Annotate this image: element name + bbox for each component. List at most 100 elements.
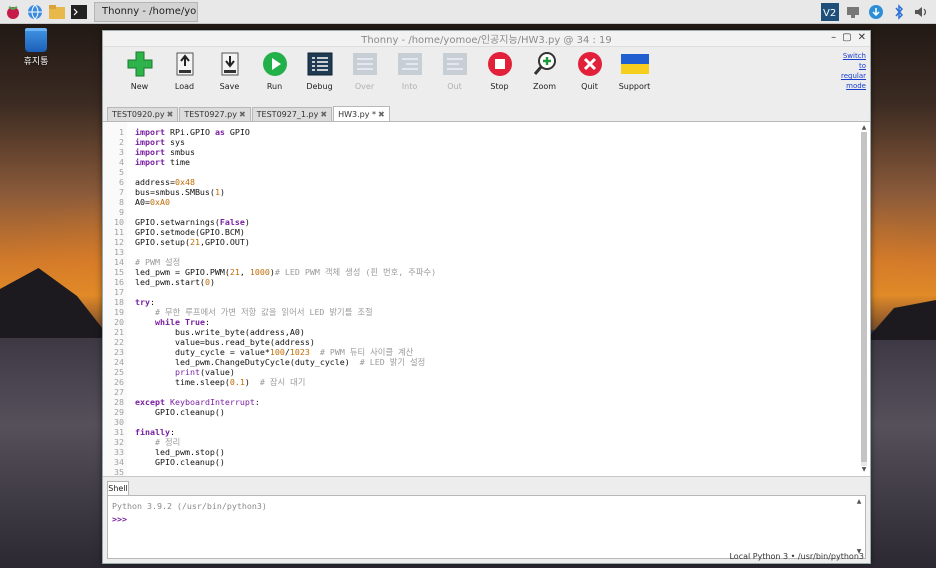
code-line: led_pwm = GPIO.PWM(21, 1000)# LED PWM 객체… xyxy=(135,267,437,277)
close-icon[interactable]: ✕ xyxy=(858,32,866,43)
maximize-icon[interactable]: ▢ xyxy=(842,32,851,43)
code-line: import sys xyxy=(135,137,185,147)
line-number: 25 xyxy=(114,367,124,377)
load-label: Load xyxy=(174,82,195,91)
close-tab-icon[interactable]: ✖ xyxy=(378,110,385,119)
vnc-icon[interactable]: V2 xyxy=(820,2,840,22)
run-button[interactable]: Run xyxy=(252,50,297,91)
tab-test0927[interactable]: TEST0927.py ✖ xyxy=(179,107,251,121)
close-tab-icon[interactable]: ✖ xyxy=(320,110,327,119)
shell-prompt[interactable]: >>> xyxy=(112,513,861,526)
tab-label: TEST0920.py xyxy=(112,110,165,119)
line-number: 34 xyxy=(114,457,124,467)
line-number: 12 xyxy=(114,237,124,247)
volume-icon[interactable] xyxy=(912,2,932,22)
taskbar: Thonny - /home/yo... V2 xyxy=(0,0,936,24)
code-line: led_pwm.start(0) xyxy=(135,277,215,287)
code-line: value=bus.read_byte(address) xyxy=(135,337,315,347)
zoom-icon xyxy=(531,50,559,78)
zoom-button[interactable]: Zoom xyxy=(522,50,567,91)
switch-mode-link[interactable]: Switch to regular mode xyxy=(834,51,866,91)
taskbar-task-label: Thonny - /home/yo... xyxy=(102,6,198,17)
scrollbar-thumb[interactable] xyxy=(861,132,867,462)
line-number: 5 xyxy=(119,167,124,177)
support-label: Support xyxy=(618,82,651,91)
tab-label: TEST0927_1.py xyxy=(256,110,319,119)
line-number: 3 xyxy=(119,147,124,157)
new-button[interactable]: New xyxy=(117,50,162,91)
line-number: 7 xyxy=(119,187,124,197)
terminal-icon[interactable] xyxy=(70,3,88,21)
line-number: 29 xyxy=(114,407,124,417)
stop-button[interactable]: Stop xyxy=(477,50,522,91)
debug-label: Debug xyxy=(306,82,333,91)
step-into-button[interactable]: Into xyxy=(387,50,432,91)
tab-test0920[interactable]: TEST0920.py ✖ xyxy=(107,107,179,121)
interpreter-status[interactable]: Local Python 3 • /usr/bin/python3 xyxy=(729,552,864,561)
code-line: address=0x48 xyxy=(135,177,195,187)
tab-hw3[interactable]: HW3.py * ✖ xyxy=(333,106,390,121)
editor-scrollbar[interactable]: ▲ ▼ xyxy=(860,124,868,474)
new-label: New xyxy=(130,82,149,91)
line-number: 15 xyxy=(114,267,124,277)
line-number: 14 xyxy=(114,257,124,267)
web-browser-icon[interactable] xyxy=(26,3,44,21)
minimize-icon[interactable]: – xyxy=(831,32,836,43)
scroll-up-icon[interactable]: ▲ xyxy=(860,124,868,132)
update-icon[interactable] xyxy=(866,2,886,22)
trash-icon xyxy=(25,28,47,52)
code-line: import RPi.GPIO as GPIO xyxy=(135,127,250,137)
tab-test0927-1[interactable]: TEST0927_1.py ✖ xyxy=(251,107,333,121)
svg-text:V2: V2 xyxy=(823,8,836,19)
file-manager-icon[interactable] xyxy=(48,3,66,21)
line-number: 13 xyxy=(114,247,124,257)
line-number: 9 xyxy=(119,207,124,217)
scroll-up-icon[interactable]: ▲ xyxy=(855,498,863,506)
save-button[interactable]: Save xyxy=(207,50,252,91)
scroll-down-icon[interactable]: ▼ xyxy=(860,466,868,474)
debug-button[interactable]: Debug xyxy=(297,50,342,91)
network-icon[interactable] xyxy=(843,2,863,22)
line-number: 16 xyxy=(114,277,124,287)
line-number: 2 xyxy=(119,137,124,147)
quit-button[interactable]: Quit xyxy=(567,50,612,91)
editor-tabs: TEST0920.py ✖ TEST0927.py ✖ TEST0927_1.p… xyxy=(103,106,870,122)
system-tray: V2 xyxy=(820,2,932,22)
save-label: Save xyxy=(219,82,240,91)
load-button[interactable]: Load xyxy=(162,50,207,91)
line-number: 23 xyxy=(114,347,124,357)
raspberry-icon[interactable] xyxy=(4,3,22,21)
tab-shell[interactable]: Shell xyxy=(107,481,129,495)
window-titlebar[interactable]: Thonny - /home/yomoe/인공지능/HW3.py @ 34 : … xyxy=(103,31,870,47)
code-line: led_pwm.ChangeDutyCycle(duty_cycle) # LE… xyxy=(135,357,426,367)
desktop-trash[interactable]: 휴지통 xyxy=(18,28,54,67)
close-tab-icon[interactable]: ✖ xyxy=(167,110,174,119)
step-out-label: Out xyxy=(447,82,462,91)
code-area[interactable]: import RPi.GPIO as GPIO import sys impor… xyxy=(127,122,870,476)
code-line: led_pwm.stop() xyxy=(135,447,225,457)
code-line: import smbus xyxy=(135,147,195,157)
line-number: 35 xyxy=(114,467,124,477)
close-tab-icon[interactable]: ✖ xyxy=(239,110,246,119)
status-bar: Local Python 3 • /usr/bin/python3 xyxy=(103,549,870,563)
code-line: print(value) xyxy=(174,367,235,377)
step-over-button[interactable]: Over xyxy=(342,50,387,91)
support-button[interactable]: Support xyxy=(612,50,657,91)
taskbar-thonny-task[interactable]: Thonny - /home/yo... xyxy=(94,1,198,22)
code-editor[interactable]: 1 2 3 4 5 6 7 8 9 10 11 12 13 14 15 16 17 18 19 20 21 22 23 24 2… xyxy=(103,122,870,477)
code-line: while True: xyxy=(154,317,210,327)
bluetooth-icon[interactable] xyxy=(889,2,909,22)
quit-icon xyxy=(576,50,604,78)
shell-scrollbar[interactable]: ▲ ▼ xyxy=(855,498,863,556)
step-out-button[interactable]: Out xyxy=(432,50,477,91)
code-line: try: xyxy=(135,297,155,307)
step-into-icon xyxy=(396,50,424,78)
line-number: 32 xyxy=(114,437,124,447)
line-number: 11 xyxy=(114,227,124,237)
run-label: Run xyxy=(266,82,283,91)
toolbar: New Load Save Run Debug Over Into Out St… xyxy=(103,47,870,107)
line-number: 19 xyxy=(114,307,124,317)
line-number: 10 xyxy=(114,217,124,227)
